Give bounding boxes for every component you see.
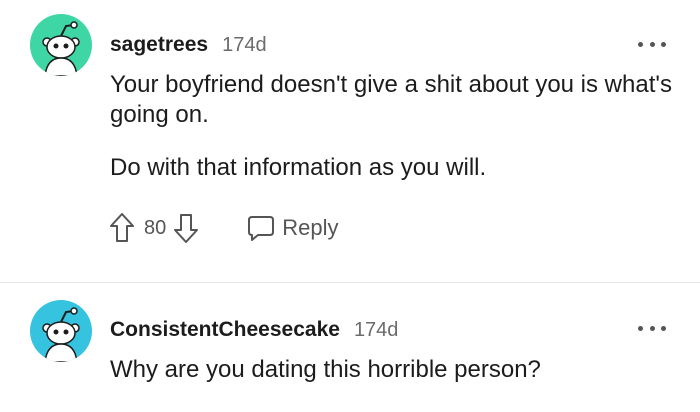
dot (649, 325, 655, 331)
dot (661, 325, 666, 331)
reply-label: Reply (282, 215, 339, 240)
timestamp: 174d (222, 34, 267, 56)
user-avatar[interactable] (30, 300, 92, 362)
comment: sagetrees 174d Your boyfriend doesn't gi… (0, 0, 700, 282)
arrow-down-outline-icon[interactable] (172, 211, 200, 245)
comment-header: sagetrees 174d (110, 33, 267, 57)
comment-text: Why are you dating this horrible person? (110, 356, 541, 383)
comment-header: ConsistentCheesecake 174d (110, 318, 398, 342)
speech-bubble-icon (248, 216, 275, 241)
dot (649, 41, 655, 47)
vote-score: 80 (144, 216, 167, 239)
user-avatar[interactable] (30, 14, 92, 76)
username-link[interactable]: ConsistentCheesecake (110, 318, 340, 342)
reply-button[interactable]: Reply (246, 214, 339, 242)
more-options-button[interactable] (638, 320, 666, 336)
arrow-up-outline-icon[interactable] (108, 211, 136, 245)
comment-text: Do with that information as you will. (110, 154, 487, 181)
three-dots-horizontal-icon (638, 325, 643, 331)
dot (661, 41, 666, 47)
more-options-button[interactable] (638, 36, 666, 52)
snoo-avatar-icon (42, 307, 80, 362)
comment-text: Your boyfriend doesn't give a shit about… (110, 71, 672, 128)
three-dots-horizontal-icon (638, 41, 643, 47)
comment: ConsistentCheesecake 174d Why are you da… (0, 283, 700, 412)
username-link[interactable]: sagetrees (110, 33, 208, 57)
comment-actions: 80 Reply (108, 208, 339, 248)
snoo-avatar-icon (42, 21, 80, 76)
timestamp: 174d (353, 319, 399, 341)
